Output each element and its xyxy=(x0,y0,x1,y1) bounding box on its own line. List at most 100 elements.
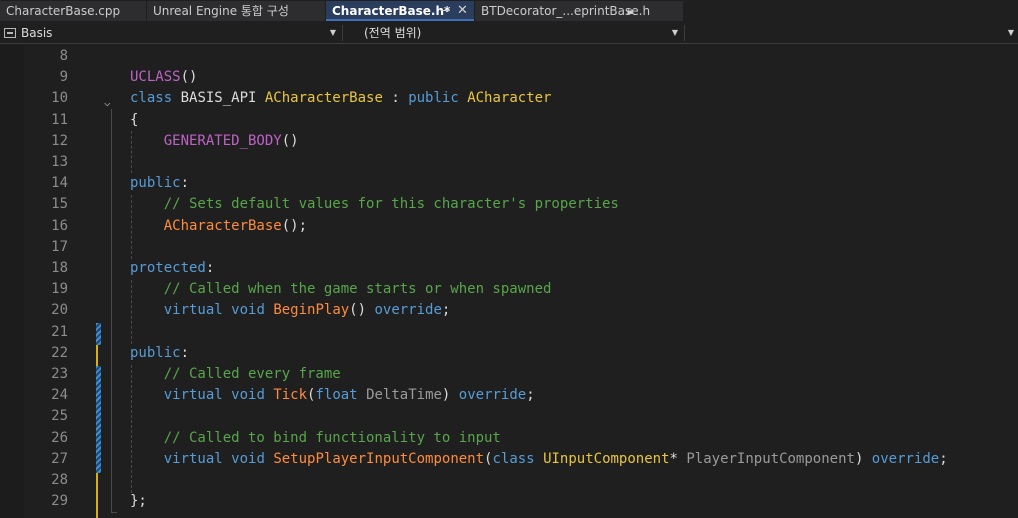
code-line[interactable]: 16 ACharacterBase(); xyxy=(0,216,1018,237)
project-icon xyxy=(4,28,16,38)
code-token: SetupPlayerInputComponent xyxy=(273,450,485,467)
code-token: override xyxy=(458,387,527,404)
code-text: // Called when the game starts or when s… xyxy=(130,279,552,300)
line-number: 22 xyxy=(51,344,68,361)
code-line[interactable]: 14 public: xyxy=(0,173,1018,194)
line-number: 23 xyxy=(51,366,68,382)
line-number: 10 xyxy=(51,90,68,107)
tab-btdecorator[interactable]: BTDecorator_...eprintBase.h 🔒︎ xyxy=(475,1,683,21)
line-number: 14 xyxy=(51,175,68,192)
code-text: class BASIS_API ACharacterBase : public … xyxy=(130,88,552,109)
tab-unreal-engine-config[interactable]: Unreal Engine 통합 구성 xyxy=(147,1,325,21)
code-token: : xyxy=(180,175,190,192)
document-tab-strip: CharacterBase.cpp Unreal Engine 통합 구성 Ch… xyxy=(0,0,1018,22)
close-icon[interactable]: ✕ xyxy=(457,1,468,19)
code-text: virtual void BeginPlay() override; xyxy=(130,300,451,321)
tab-characterbase-h[interactable]: CharacterBase.h* ⊸ ✕ xyxy=(326,1,474,21)
code-line[interactable]: 28 xyxy=(0,470,1018,491)
code-line[interactable]: 24 virtual void Tick(float DeltaTime) ov… xyxy=(0,385,1018,406)
code-text: virtual void SetupPlayerInputComponent(c… xyxy=(130,449,948,470)
code-token: virtual xyxy=(130,450,223,467)
code-token: ; xyxy=(441,302,451,319)
code-token: // Called every frame xyxy=(130,366,341,382)
code-line[interactable]: 18 protected: xyxy=(0,258,1018,279)
code-line[interactable]: 12 GENERATED_BODY() xyxy=(0,131,1018,152)
code-text: { xyxy=(130,110,138,131)
project-name: Basis xyxy=(21,26,53,40)
line-number: 18 xyxy=(51,260,68,276)
code-line[interactable]: 10 ⌵ class BASIS_API ACharacterBase : publ… xyxy=(0,88,1018,109)
code-line[interactable]: 11 { xyxy=(0,110,1018,131)
code-token: Tick xyxy=(273,387,308,404)
code-line[interactable]: 22 public: xyxy=(0,343,1018,364)
pin-icon[interactable]: ⊸ xyxy=(440,1,449,19)
code-token: override xyxy=(374,302,442,319)
code-token: DeltaTime xyxy=(366,387,442,404)
code-text: // Called every frame xyxy=(130,364,341,385)
code-token: UCLASS xyxy=(130,69,181,86)
code-line[interactable]: 29}; xyxy=(0,491,1018,512)
code-token: public xyxy=(408,90,459,107)
line-number: 25 xyxy=(51,408,68,425)
code-token: void xyxy=(231,302,265,319)
code-text: GENERATED_BODY() xyxy=(130,131,299,152)
code-line[interactable]: 20 virtual void BeginPlay() override; xyxy=(0,300,1018,321)
code-token: override xyxy=(871,450,940,467)
tab-label: BTDecorator_...eprintBase.h xyxy=(481,4,651,18)
line-number: 17 xyxy=(51,238,68,255)
code-line[interactable]: 25 xyxy=(0,406,1018,427)
code-token: (); xyxy=(281,217,308,234)
code-text: UCLASS() xyxy=(130,67,197,88)
code-token: // Called to bind functionality to input xyxy=(130,429,501,446)
line-number: 26 xyxy=(51,429,68,446)
code-text: // Called to bind functionality to input xyxy=(130,428,501,449)
divider xyxy=(684,25,685,41)
code-line[interactable]: 9 UCLASS() xyxy=(0,67,1018,88)
code-line[interactable]: 13 xyxy=(0,152,1018,173)
code-line[interactable]: 15 // Sets default values for this chara… xyxy=(0,194,1018,215)
code-token: () xyxy=(180,69,198,86)
navigation-bar: Basis ▼ (전역 범위) ▼ ▼ xyxy=(0,22,1018,44)
code-token: ) xyxy=(854,450,872,467)
line-number: 21 xyxy=(51,323,68,340)
code-line[interactable]: 27 virtual void SetupPlayerInputComponen… xyxy=(0,449,1018,470)
chevron-down-icon: ▼ xyxy=(1007,28,1014,37)
code-token: ACharacterBase xyxy=(264,90,383,107)
line-number: 8 xyxy=(59,48,68,64)
code-token: : xyxy=(382,90,409,107)
code-token: ; xyxy=(939,450,948,467)
code-token: () xyxy=(349,302,375,319)
line-number: 12 xyxy=(51,132,68,149)
code-token: public xyxy=(130,175,181,192)
tab-characterbase-cpp[interactable]: CharacterBase.cpp xyxy=(0,1,146,21)
code-editor[interactable]: 8 9 UCLASS() 10 ⌵ class BASIS_API ACharacterB… xyxy=(0,45,1018,518)
code-token: class xyxy=(130,90,173,107)
scope-dropdown[interactable]: (전역 범위) ▼ xyxy=(344,24,682,42)
code-token: float xyxy=(315,387,358,404)
code-line[interactable]: 17 xyxy=(0,237,1018,258)
code-text: protected: xyxy=(130,258,214,279)
line-number: 27 xyxy=(51,450,68,467)
code-text: ACharacterBase(); xyxy=(130,216,307,237)
code-line[interactable]: 26 // Called to bind functionality to in… xyxy=(0,428,1018,449)
code-line[interactable]: 8 xyxy=(0,46,1018,67)
code-token: ACharacter xyxy=(467,90,552,107)
code-token: PlayerInputComponent xyxy=(686,450,855,467)
code-text: virtual void Tick(float DeltaTime) overr… xyxy=(130,385,535,406)
line-number: 29 xyxy=(51,493,68,510)
code-line[interactable]: 23 // Called every frame xyxy=(0,364,1018,385)
member-dropdown[interactable]: ▼ xyxy=(686,24,1018,42)
project-dropdown[interactable]: Basis ▼ xyxy=(0,24,340,42)
code-line[interactable]: 19 // Called when the game starts or whe… xyxy=(0,279,1018,300)
code-token: void xyxy=(231,450,265,467)
line-number: 9 xyxy=(59,69,68,86)
code-token: class xyxy=(492,450,535,467)
scope-name: (전역 범위) xyxy=(364,26,422,40)
divider xyxy=(342,25,343,41)
line-number: 11 xyxy=(51,111,68,128)
code-line[interactable]: 21 xyxy=(0,322,1018,343)
line-number: 13 xyxy=(51,154,68,170)
code-token: // Called when the game starts or when s… xyxy=(130,281,552,298)
